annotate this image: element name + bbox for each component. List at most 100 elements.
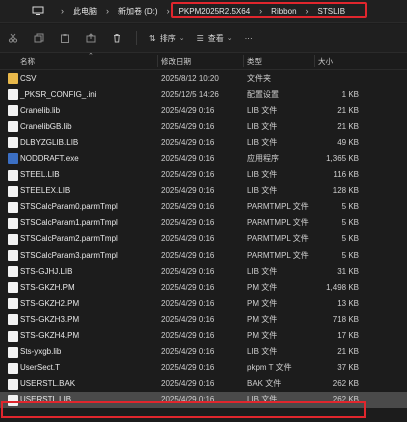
address-bar[interactable]: › 此电脑 › 新加卷 (D:) › PKPM2025R2.5X64 › Rib…: [0, 0, 407, 23]
file-row[interactable]: NODDRAFT.exe 2025/4/29 0:16 应用程序 1,365 KB: [0, 150, 407, 166]
file-size: 1,365 KB: [326, 154, 359, 164]
file-row[interactable]: _PKSR_CONFIG_.ini 2025/12/5 14:26 配置设置 1 KB: [0, 86, 407, 102]
file-row[interactable]: STS-GKZH2.PM 2025/4/29 0:16 PM 文件 13 KB: [0, 295, 407, 311]
file-icon: [8, 105, 18, 117]
file-icon: [8, 346, 18, 358]
chevron-right-icon[interactable]: ›: [259, 6, 262, 16]
file-row[interactable]: STS-GKZH4.PM 2025/4/29 0:16 PM 文件 17 KB: [0, 328, 407, 344]
file-icon: [8, 233, 18, 245]
file-row[interactable]: USERSTL.LIB 2025/4/29 0:16 LIB 文件 262 KB: [0, 391, 407, 408]
file-size: 13 KB: [337, 298, 359, 308]
chevron-right-icon[interactable]: ›: [306, 6, 309, 16]
file-date: 2025/4/29 0:16: [161, 331, 215, 341]
breadcrumb-pkpm[interactable]: PKPM2025R2.5X64: [179, 7, 251, 16]
file-name: STSCalcParam0.parmTmpl: [20, 202, 118, 212]
file-size: 1 KB: [341, 89, 359, 99]
file-date: 2025/4/29 0:16: [161, 186, 215, 196]
file-name: _PKSR_CONFIG_.ini: [20, 89, 97, 99]
view-button[interactable]: ☰ 查看 ⌄: [197, 33, 233, 44]
file-icon: [8, 298, 18, 310]
file-type: 文件夹: [247, 73, 271, 83]
file-type: 应用程序: [247, 154, 279, 164]
file-name: CSV: [20, 73, 37, 83]
file-date: 2025/4/29 0:16: [161, 105, 215, 115]
file-row[interactable]: UserSect.T 2025/4/29 0:16 pkpm T 文件 37 KB: [0, 360, 407, 376]
file-row[interactable]: Cranelib.lib 2025/4/29 0:16 LIB 文件 21 KB: [0, 102, 407, 118]
settings-file-icon: [8, 89, 18, 101]
file-size: 5 KB: [341, 234, 359, 244]
delete-icon[interactable]: [110, 31, 124, 45]
column-type-header[interactable]: 类型: [247, 56, 262, 67]
file-name: USERSTL.LIB: [20, 395, 72, 405]
file-row[interactable]: CranelibGB.lib 2025/4/29 0:16 LIB 文件 21 KB: [0, 118, 407, 134]
view-icon: ☰: [196, 33, 204, 43]
sort-icon: ⇅: [149, 33, 156, 43]
file-name: STEEL.LIB: [20, 170, 60, 180]
sort-caret-icon: ⌃: [88, 53, 94, 60]
file-row[interactable]: STEELEX.LIB 2025/4/29 0:16 LIB 文件 128 KB: [0, 183, 407, 199]
file-type: PARMTMPL 文件: [247, 218, 309, 228]
computer-icon[interactable]: [30, 5, 46, 17]
file-date: 2025/4/29 0:16: [161, 234, 215, 244]
file-date: 2025/4/29 0:16: [161, 154, 215, 164]
file-type: BAK 文件: [247, 379, 282, 389]
file-size: 21 KB: [337, 105, 359, 115]
file-row[interactable]: STSCalcParam1.parmTmpl 2025/4/29 0:16 PARM…: [0, 215, 407, 231]
column-divider[interactable]: [157, 55, 158, 67]
more-button[interactable]: ···: [245, 34, 253, 43]
file-name: STS-GKZH4.PM: [20, 331, 80, 341]
file-name: STEELEX.LIB: [20, 186, 71, 196]
file-size: 1,498 KB: [326, 282, 359, 292]
file-row[interactable]: STSCalcParam2.parmTmpl 2025/4/29 0:16 PARM…: [0, 231, 407, 247]
file-icon: [8, 378, 18, 390]
file-size: 262 KB: [332, 379, 359, 389]
sort-button[interactable]: ⇅ 排序 ⌄: [149, 33, 185, 44]
file-row[interactable]: STEEL.LIB 2025/4/29 0:16 LIB 文件 116 KB: [0, 167, 407, 183]
file-date: 2025/4/29 0:16: [161, 266, 215, 276]
file-row[interactable]: STSCalcParam0.parmTmpl 2025/4/29 0:16 PARM…: [0, 199, 407, 215]
breadcrumb-this-pc[interactable]: 此电脑: [73, 6, 97, 17]
file-date: 2025/8/12 10:20: [161, 73, 219, 83]
file-icon: [8, 266, 18, 278]
pkpm-file-icon: [8, 362, 18, 374]
file-row[interactable]: STS-GKZH.PM 2025/4/29 0:16 PM 文件 1,498 KB: [0, 279, 407, 295]
file-name: Cranelib.lib: [20, 105, 61, 115]
file-type: LIB 文件: [247, 266, 278, 276]
share-icon[interactable]: [84, 31, 98, 45]
file-name: CranelibGB.lib: [20, 121, 72, 131]
file-icon: [8, 250, 18, 262]
file-row[interactable]: STS-GJHJ.LIB 2025/4/29 0:16 LIB 文件 31 KB: [0, 263, 407, 279]
column-divider[interactable]: [243, 55, 244, 67]
breadcrumb-ribbon[interactable]: Ribbon: [271, 7, 296, 16]
chevron-right-icon[interactable]: ›: [61, 6, 64, 16]
file-size: 5 KB: [341, 218, 359, 228]
breadcrumb-drive[interactable]: 新加卷 (D:): [118, 6, 158, 17]
chevron-down-icon: ⌄: [226, 35, 233, 42]
column-divider[interactable]: [314, 55, 315, 67]
file-row[interactable]: CSV 2025/8/12 10:20 文件夹: [0, 70, 407, 86]
column-date-header[interactable]: 修改日期: [161, 56, 191, 67]
file-type: pkpm T 文件: [247, 363, 292, 373]
column-size-header[interactable]: 大小: [318, 56, 333, 67]
view-label: 查看: [207, 33, 224, 43]
file-type: LIB 文件: [247, 121, 278, 131]
file-row[interactable]: USERSTL.BAK 2025/4/29 0:16 BAK 文件 262 KB: [0, 376, 407, 392]
file-row[interactable]: DLBYZGLIB.LIB 2025/4/29 0:16 LIB 文件 49 KB: [0, 134, 407, 150]
exe-icon: [8, 153, 18, 165]
file-row[interactable]: STSCalcParam3.parmTmpl 2025/4/29 0:16 PARM…: [0, 247, 407, 263]
folder-icon: [8, 73, 18, 84]
file-row[interactable]: Sts-yxgb.lib 2025/4/29 0:16 LIB 文件 21 KB: [0, 344, 407, 360]
file-type: PM 文件: [247, 298, 278, 308]
file-date: 2025/4/29 0:16: [161, 379, 215, 389]
chevron-right-icon[interactable]: ›: [106, 6, 109, 16]
paste-icon[interactable]: [58, 31, 72, 45]
file-row[interactable]: STS-GKZH3.PM 2025/4/29 0:16 PM 文件 718 KB: [0, 311, 407, 327]
file-icon: [8, 201, 18, 213]
breadcrumb-stslib[interactable]: STSLIB: [318, 7, 346, 16]
file-type: PARMTMPL 文件: [247, 234, 309, 244]
column-name-header[interactable]: 名称: [20, 56, 35, 67]
cut-icon[interactable]: [6, 31, 20, 45]
file-name: Sts-yxgb.lib: [20, 347, 62, 357]
copy-icon[interactable]: [32, 31, 46, 45]
chevron-right-icon[interactable]: ›: [167, 6, 170, 16]
